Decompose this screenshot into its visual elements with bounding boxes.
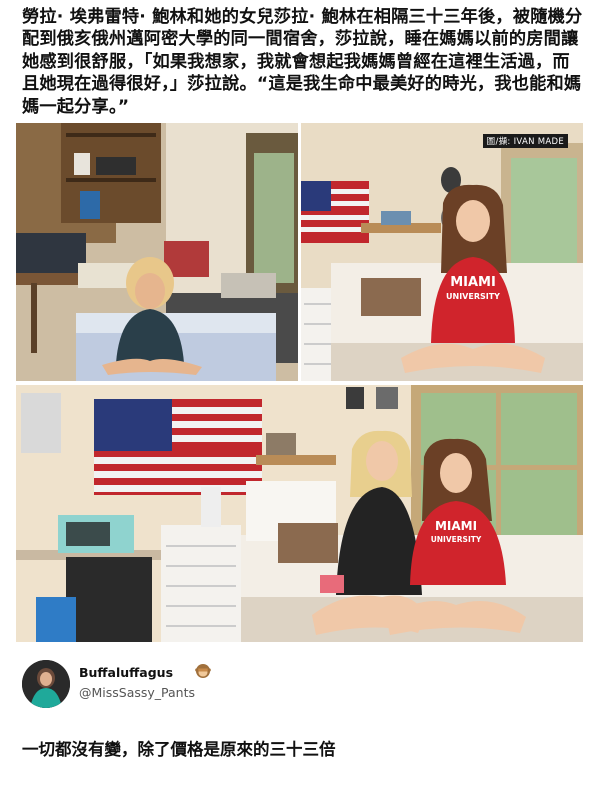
avatar-image xyxy=(22,660,70,708)
reply-handle[interactable]: @MissSassy_Pants xyxy=(79,685,195,700)
see-no-evil-monkey-icon xyxy=(195,664,211,678)
shirt-text-miami-1: MIAMI xyxy=(450,275,496,290)
photo-1989-dorm-image xyxy=(16,123,298,381)
post-caption: 勞拉· 埃弗雷特· 鮑林和她的女兒莎拉· 鮑林在相隔三十三年後，被隨機分配到俄亥… xyxy=(22,7,583,117)
shirt-text-university-2: UNIVERSITY xyxy=(431,535,482,544)
photo-2022-dorm[interactable]: MIAMI UNIVERSITY 圖/擷: IVAN MADE xyxy=(301,123,583,381)
photo-mother-daughter-image: MIAMI UNIVERSITY xyxy=(16,385,583,642)
photo-1989-dorm[interactable] xyxy=(16,123,298,381)
photo-mother-daughter[interactable]: MIAMI UNIVERSITY xyxy=(16,385,583,642)
photo-credit: 圖/擷: IVAN MADE xyxy=(482,134,568,148)
reply-display-name[interactable]: Buffaluffagus xyxy=(79,665,173,680)
reply-text: 一切都沒有變，除了價格是原來的三十三倍 xyxy=(22,740,336,759)
shirt-text-university-1: UNIVERSITY xyxy=(446,292,500,301)
reply-header: Buffaluffagus @MissSassy_Pants xyxy=(22,660,582,712)
avatar[interactable] xyxy=(22,660,70,708)
shirt-text-miami-2: MIAMI xyxy=(435,519,477,533)
photo-2022-dorm-image: MIAMI UNIVERSITY xyxy=(301,123,583,381)
photo-collage[interactable]: MIAMI UNIVERSITY 圖/擷: IVAN MADE MIAMI UN… xyxy=(16,123,583,642)
